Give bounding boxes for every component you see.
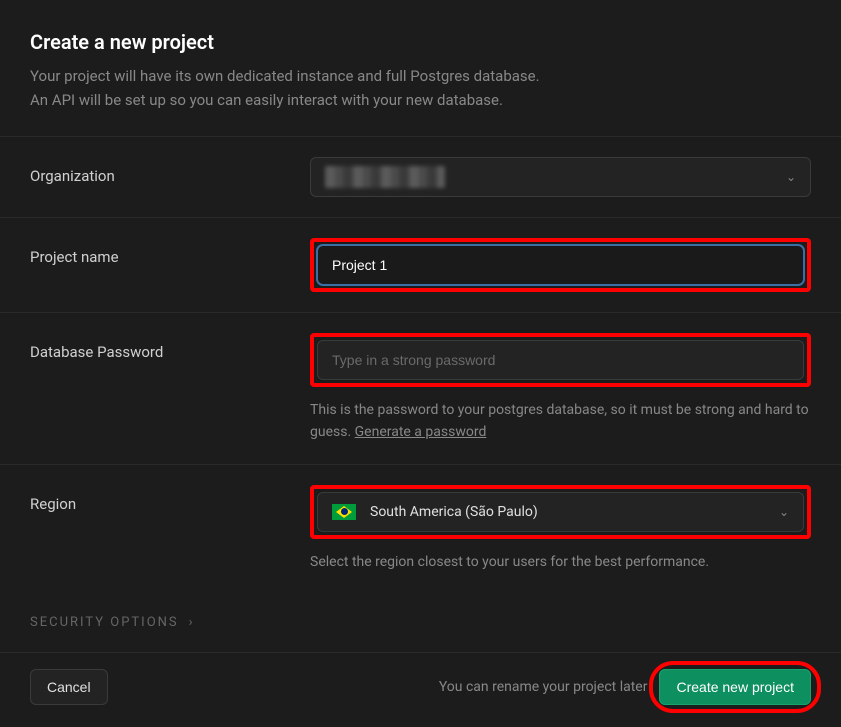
project-name-row: Project name <box>0 218 841 313</box>
highlight-project-name <box>310 238 811 292</box>
modal-subtitle: Your project will have its own dedicated… <box>30 64 811 112</box>
password-helper: This is the password to your postgres da… <box>310 399 811 444</box>
subtitle-line-1: Your project will have its own dedicated… <box>30 64 811 88</box>
form-area: Organization ⌄ Project name Database Pas… <box>0 136 841 652</box>
organization-label: Organization <box>30 157 310 185</box>
modal-title: Create a new project <box>30 30 811 54</box>
create-project-modal: Create a new project Your project will h… <box>0 0 841 719</box>
organization-row: Organization ⌄ <box>0 137 841 218</box>
database-password-row: Database Password This is the password t… <box>0 313 841 465</box>
brazil-flag-icon <box>332 504 356 520</box>
subtitle-line-2: An API will be set up so you can easily … <box>30 88 811 112</box>
region-row: Region South America (São Paulo) ⌄ Selec… <box>0 465 841 593</box>
database-password-input[interactable] <box>317 340 804 380</box>
chevron-down-icon: ⌄ <box>786 170 796 184</box>
highlight-password <box>310 333 811 387</box>
cancel-button[interactable]: Cancel <box>30 669 108 705</box>
region-helper: Select the region closest to your users … <box>310 551 811 573</box>
modal-header: Create a new project Your project will h… <box>0 0 841 136</box>
rename-hint: You can rename your project later <box>439 679 648 695</box>
organization-value-redacted <box>325 166 445 188</box>
region-select[interactable]: South America (São Paulo) ⌄ <box>317 492 804 532</box>
database-password-label: Database Password <box>30 333 310 361</box>
security-options-toggle[interactable]: Security Options › <box>0 593 841 652</box>
project-name-label: Project name <box>30 238 310 266</box>
create-project-button[interactable]: Create new project <box>659 669 811 705</box>
chevron-down-icon: ⌄ <box>779 505 789 519</box>
generate-password-link[interactable]: Generate a password <box>355 424 487 440</box>
organization-select[interactable]: ⌄ <box>310 157 811 197</box>
security-options-label: Security Options <box>30 615 179 630</box>
region-selected-value: South America (São Paulo) <box>370 504 779 520</box>
region-label: Region <box>30 485 310 513</box>
chevron-right-icon: › <box>189 615 195 630</box>
modal-footer: Cancel You can rename your project later… <box>0 652 841 727</box>
project-name-input[interactable] <box>317 245 804 285</box>
highlight-region: South America (São Paulo) ⌄ <box>310 485 811 539</box>
